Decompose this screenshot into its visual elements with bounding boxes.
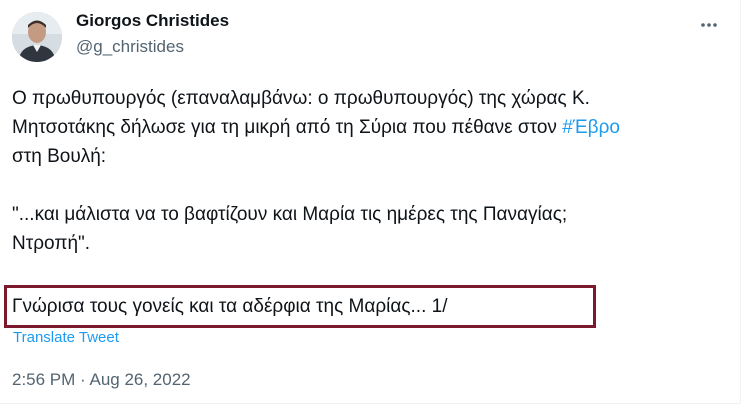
author-handle[interactable]: @g_christides xyxy=(76,37,184,57)
tweet-text-line-2-content: Μητσοτάκης δήλωσε για τη μικρή από τη Σύ… xyxy=(12,117,563,138)
more-options-button[interactable] xyxy=(692,8,726,42)
tweet-text-line-2: Μητσοτάκης δήλωσε για τη μικρή από τη Σύ… xyxy=(12,113,620,142)
tweet-text-line-3: στη Βουλή: xyxy=(12,146,107,167)
highlighted-text: Γνώρισα τους γονείς και τα αδέρφια της Μ… xyxy=(12,296,448,317)
author-name[interactable]: Giorgos Christides xyxy=(76,11,229,31)
more-horizontal-icon xyxy=(701,23,717,27)
tweet-timestamp[interactable]: 2:56 PM · Aug 26, 2022 xyxy=(12,370,191,390)
tweet-card: Giorgos Christides @g_christides Ο πρωθυ… xyxy=(0,0,741,404)
tweet-text-line-1: Ο πρωθυπουργός (επαναλαμβάνω: ο πρωθυπου… xyxy=(12,88,590,109)
quote-line-1: "...και μάλιστα να το βαφτίζουν και Μαρί… xyxy=(12,204,568,225)
avatar[interactable] xyxy=(12,12,62,62)
hashtag-link[interactable]: #Έβρο xyxy=(562,117,620,138)
translate-tweet-link[interactable]: Translate Tweet xyxy=(13,329,119,346)
user-photo-icon xyxy=(12,12,62,62)
quote-line-2: Ντροπή". xyxy=(12,233,91,254)
